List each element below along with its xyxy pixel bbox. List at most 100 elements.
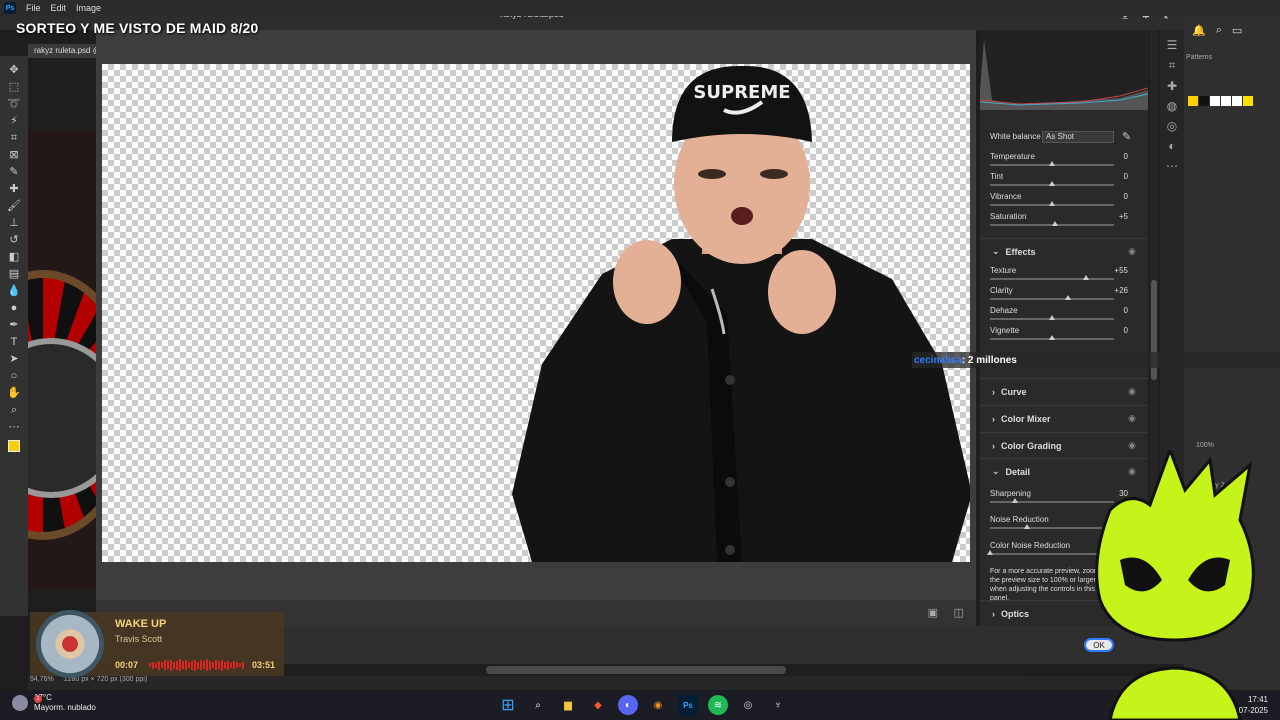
single-view-icon[interactable]: ▣ — [928, 606, 938, 619]
weather-desc: Mayorm. nublado — [34, 703, 96, 712]
section-color-mixer[interactable]: › Color Mixer ◉ — [980, 405, 1148, 431]
obs-icon[interactable]: ◎ — [738, 695, 758, 715]
menu-file[interactable]: File — [26, 3, 41, 13]
waveform-bar — [209, 660, 211, 670]
waveform-bar — [194, 659, 196, 671]
camera_raw.basic-slider[interactable] — [990, 161, 1114, 166]
blender-icon[interactable]: ◉ — [648, 695, 668, 715]
camera_raw.effects.items-slider[interactable] — [990, 315, 1114, 320]
waveform-bar — [182, 661, 184, 669]
heal-icon[interactable]: ✚ — [1167, 79, 1177, 93]
svg-text:SUPREME: SUPREME — [693, 82, 790, 103]
weather-widget[interactable]: 1 17°C Mayorm. nublado — [12, 693, 96, 713]
app-icon[interactable]: ♆ — [768, 695, 788, 715]
camera_raw.basic-slider[interactable] — [990, 221, 1114, 226]
windows-start-icon[interactable]: ⊞ — [498, 695, 518, 715]
camera_raw.basic-slider[interactable] — [990, 201, 1114, 206]
camera_raw.effects.items-value[interactable]: 0 — [1124, 306, 1128, 315]
edit-icon[interactable]: ☰ — [1167, 38, 1178, 52]
camera_raw.basic-value[interactable]: 0 — [1124, 152, 1128, 161]
search-icon[interactable]: ⌕ — [1216, 24, 1222, 37]
slider-handle[interactable] — [1049, 201, 1055, 206]
zoom-level: 94,76% — [30, 676, 54, 683]
camera_raw.effects.items-value[interactable]: 0 — [1124, 326, 1128, 335]
camera_raw.effects.items-value[interactable]: +26 — [1114, 286, 1128, 295]
song-artist: Travis Scott — [115, 634, 163, 644]
redeye-icon[interactable]: ◎ — [1167, 119, 1177, 133]
eye-icon[interactable]: ◉ — [1128, 386, 1136, 397]
photoshop-status-bar: 94,76% 1280 px × 720 px (300 ppi) — [28, 676, 1184, 690]
waveform-bar — [212, 662, 214, 668]
waveform-bar — [158, 660, 160, 670]
discord-icon[interactable]: ◐ — [618, 695, 638, 715]
camera_raw.basic-value[interactable]: +5 — [1119, 212, 1128, 221]
waveform-bar — [185, 660, 187, 670]
more-icon[interactable]: ⋯ — [1166, 159, 1178, 173]
photoshop-taskbar-icon[interactable]: Ps — [678, 695, 698, 715]
waveform-bar — [227, 660, 229, 670]
slider-handle[interactable] — [987, 550, 993, 555]
crop-icon[interactable]: ⌗ — [1169, 58, 1176, 73]
waveform-bar — [242, 661, 244, 669]
section-title: Color Grading — [1001, 440, 1062, 451]
slider-handle[interactable] — [1065, 295, 1072, 300]
waveform-bar — [203, 661, 205, 669]
mascot-character — [1095, 450, 1255, 720]
camera_raw.effects.items-slider[interactable] — [990, 335, 1114, 340]
presets-icon[interactable]: ◐ — [1168, 139, 1175, 153]
image-canvas[interactable]: SUPREME — [102, 64, 970, 562]
white-balance-select[interactable]: As Shot — [1042, 131, 1114, 143]
camera_raw.effects.items-slider[interactable] — [990, 275, 1114, 280]
spotify-icon[interactable]: ≋ — [708, 695, 728, 715]
slider-handle[interactable] — [1049, 335, 1055, 340]
before-after-icon[interactable]: ◫ — [954, 606, 964, 619]
zoom-percent-label: 100% — [1196, 442, 1214, 449]
chevron-down-icon: ⌄ — [992, 246, 1000, 256]
waveform-bar — [179, 659, 181, 671]
photoshop-menubar: Ps File Edit Image — [0, 0, 1280, 16]
chat-message: cecinalisa : 2 millones — [912, 352, 1280, 368]
camera_raw.basic-label: Tint — [990, 172, 1004, 181]
camera_raw.basic-slider[interactable] — [990, 181, 1114, 186]
eyedropper-icon[interactable]: ✎ — [1122, 130, 1131, 143]
camera_raw.basic-value[interactable]: 0 — [1124, 192, 1128, 201]
section-detail-title: Detail — [1005, 466, 1031, 477]
slider-handle[interactable] — [1049, 181, 1055, 186]
slider-handle[interactable] — [1024, 524, 1031, 529]
photoshop-logo-icon: Ps — [4, 2, 16, 14]
waveform-bar — [206, 659, 208, 671]
eye-icon[interactable]: ◉ — [1128, 413, 1136, 424]
eye-icon[interactable]: ◉ — [1128, 246, 1136, 257]
mask-icon[interactable]: ◍ — [1167, 99, 1177, 113]
workspace-icon[interactable]: ▭ — [1232, 24, 1242, 37]
file-explorer-icon[interactable]: ▆ — [558, 695, 578, 715]
slider-handle[interactable] — [1049, 161, 1055, 166]
camera_raw.effects.items-value[interactable]: +55 — [1114, 266, 1128, 275]
windows-taskbar: 1 17°C Mayorm. nublado ⊞ ⌕ ▆ ◆ ◐ ◉ Ps ≋ … — [0, 690, 1280, 720]
menu-image[interactable]: Image — [76, 3, 101, 13]
menu-edit[interactable]: Edit — [51, 3, 67, 13]
waveform-bar — [230, 662, 232, 668]
section-curve[interactable]: › Curve ◉ — [980, 378, 1148, 404]
section-effects[interactable]: ⌄ Effects ◉ — [980, 238, 1148, 264]
chevron-right-icon: › — [992, 440, 995, 451]
waveform-bar — [173, 661, 175, 669]
camera_raw.basic-label: Temperature — [990, 152, 1035, 161]
waveform-bar — [149, 663, 151, 667]
search-icon[interactable]: ⌕ — [528, 695, 548, 715]
slider-handle[interactable] — [1052, 221, 1059, 226]
camera_raw.basic-value[interactable]: 0 — [1124, 172, 1128, 181]
slider-handle[interactable] — [1049, 315, 1055, 320]
weather-temp: 17°C — [34, 693, 52, 702]
camera_raw.basic-label: Vibrance — [990, 192, 1022, 201]
slider-handle[interactable] — [1083, 275, 1090, 280]
slider-handle[interactable] — [1011, 498, 1018, 503]
song-duration: 03:51 — [252, 660, 276, 670]
bell-icon[interactable]: 🔔 — [1192, 24, 1206, 37]
chevron-right-icon: › — [992, 386, 995, 397]
album-art — [36, 610, 104, 678]
brave-icon[interactable]: ◆ — [588, 695, 608, 715]
chat-username: cecinalisa — [914, 354, 962, 366]
waveform-bar — [161, 662, 163, 668]
camera_raw.effects.items-slider[interactable] — [990, 295, 1114, 300]
